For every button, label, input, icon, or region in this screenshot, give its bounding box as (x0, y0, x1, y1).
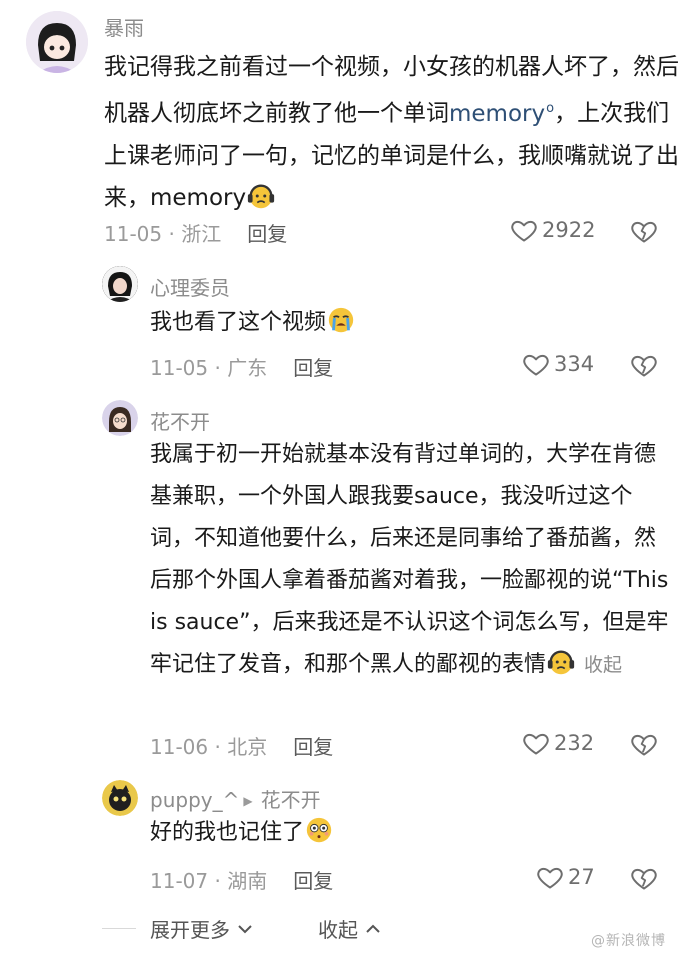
comment-date: 11-06 (150, 735, 209, 759)
comment-text: 好的我也记住了 (150, 812, 670, 854)
watermark: @新浪微博 (591, 933, 666, 949)
crying-emoji-icon (326, 305, 356, 335)
collapse-text-button[interactable]: 收起 (584, 654, 622, 676)
comment-date: 11-05 (104, 222, 163, 246)
expand-more-button[interactable]: 展开更多 (150, 914, 254, 943)
like-button[interactable]: 27 (536, 863, 595, 891)
username: puppy_^ ▶ 花不开 (150, 784, 321, 813)
reply-button[interactable]: 回复 (293, 735, 333, 759)
comment-text: 我属于初一开始就基本没有背过单词的，大学在肯德基兼职，一个外国人跟我要sauce… (150, 442, 669, 677)
comment-meta: 11-07 · 湖南 回复 (150, 869, 334, 893)
dislike-button[interactable] (630, 217, 658, 245)
search-icon: 𝗈 (546, 101, 555, 116)
like-count: 2922 (542, 218, 596, 242)
comment-text: 我记得我之前看过一个视频，小女孩的机器人坏了，然后机器人彻底坏之前教了他一个单词… (104, 46, 679, 219)
collapse-button[interactable]: 收起 (318, 914, 382, 943)
username[interactable]: 心理委员 (150, 272, 230, 301)
like-button[interactable]: 2922 (510, 216, 595, 244)
dislike-button[interactable] (630, 730, 658, 758)
heart-icon (522, 729, 550, 757)
like-count: 27 (568, 865, 595, 889)
headphone-emoji-icon (246, 181, 276, 211)
comment-text: 我也看了这个视频 (150, 302, 670, 344)
reply-button[interactable]: 回复 (247, 222, 287, 246)
search-link[interactable]: memory𝗈 (449, 101, 554, 127)
avatar[interactable] (102, 266, 138, 302)
chevron-down-icon (238, 924, 252, 933)
comment-location: 湖南 (227, 869, 268, 893)
avatar-image (102, 266, 138, 302)
comment-location: 北京 (227, 735, 268, 759)
avatar[interactable] (102, 400, 138, 436)
heart-icon (536, 863, 564, 891)
username[interactable]: 花不开 (150, 406, 210, 435)
like-count: 334 (554, 352, 595, 376)
comment-meta: 11-06 · 北京 回复 (150, 735, 334, 759)
avatar-image (26, 11, 88, 73)
dislike-button[interactable] (630, 351, 658, 379)
comment-meta: 11-05 · 广东 回复 (150, 356, 334, 380)
comment-date: 11-07 (150, 869, 209, 893)
reply-button[interactable]: 回复 (293, 356, 333, 380)
comment-location: 广东 (227, 356, 268, 380)
comment-meta: 11-05 · 浙江 回复 (104, 222, 288, 246)
divider (102, 928, 136, 929)
comment-location: 浙江 (181, 222, 222, 246)
avatar-image (102, 400, 138, 436)
avatar[interactable] (102, 780, 138, 816)
like-button[interactable]: 232 (522, 729, 594, 757)
chevron-up-icon (366, 924, 380, 933)
like-count: 232 (554, 731, 595, 755)
username-link[interactable]: puppy_^ (150, 788, 239, 812)
like-button[interactable]: 334 (522, 350, 594, 378)
reply-button[interactable]: 回复 (293, 869, 333, 893)
avatar[interactable] (26, 11, 88, 73)
dislike-button[interactable] (630, 864, 658, 892)
headphone-emoji-icon (546, 647, 576, 677)
heart-icon (522, 350, 550, 378)
avatar-image (102, 780, 138, 816)
reply-to-username[interactable]: 花不开 (261, 788, 321, 812)
thread-footer: 展开更多 收起 (0, 914, 690, 944)
reply-arrow-icon: ▶ (243, 794, 253, 808)
flushed-emoji-icon (304, 815, 334, 845)
heart-icon (510, 216, 538, 244)
comment-date: 11-05 (150, 356, 209, 380)
username[interactable]: 暴雨 (104, 12, 144, 41)
